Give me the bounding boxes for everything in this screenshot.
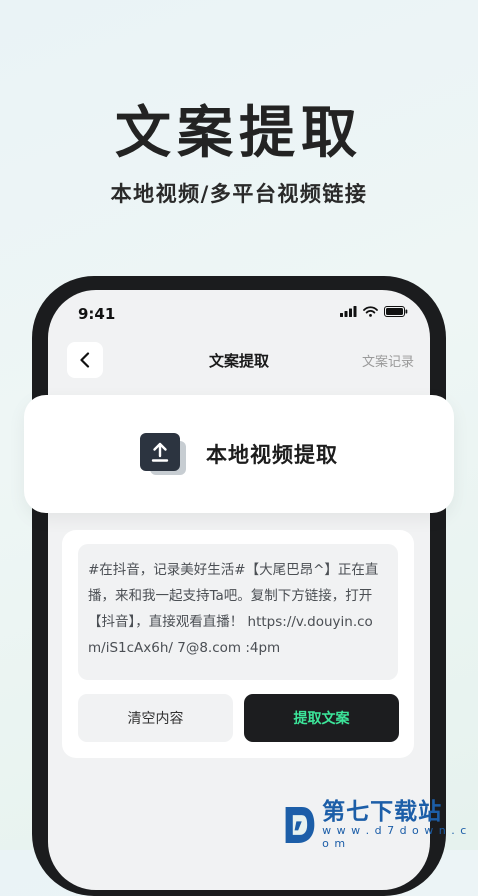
signal-icon xyxy=(340,306,357,317)
promo-headline: 文案提取 xyxy=(115,101,363,166)
watermark-logo-icon xyxy=(285,807,315,843)
upload-icon xyxy=(140,433,188,475)
battery-icon xyxy=(384,306,408,317)
extract-copy-button[interactable]: 提取文案 xyxy=(244,694,399,742)
copy-records-link[interactable]: 文案记录 xyxy=(362,351,414,370)
input-card: #在抖音，记录美好生活#【大尾巴昂^】正在直播，来和我一起支持Ta吧。复制下方链… xyxy=(62,530,414,758)
wifi-icon xyxy=(363,306,378,317)
watermark-name: 第七下载站 xyxy=(322,799,443,825)
watermark-domain: w w w . d 7 d o w n . c o m xyxy=(322,824,468,850)
local-video-extract-card[interactable]: 本地视频提取 xyxy=(24,395,454,513)
upload-arrow-icon xyxy=(151,442,169,462)
promo-subheadline: 本地视频/多平台视频链接 xyxy=(110,182,368,206)
share-text-input[interactable]: #在抖音，记录美好生活#【大尾巴昂^】正在直播，来和我一起支持Ta吧。复制下方链… xyxy=(78,544,398,680)
status-icons xyxy=(340,306,408,317)
site-watermark: 第七下载站 w w w . d 7 d o w n . c o m xyxy=(282,800,478,850)
clear-content-button[interactable]: 清空内容 xyxy=(78,694,233,742)
local-video-extract-label: 本地视频提取 xyxy=(206,443,338,467)
status-time: 9:41 xyxy=(78,305,116,323)
upload-icon-tile xyxy=(140,433,180,471)
